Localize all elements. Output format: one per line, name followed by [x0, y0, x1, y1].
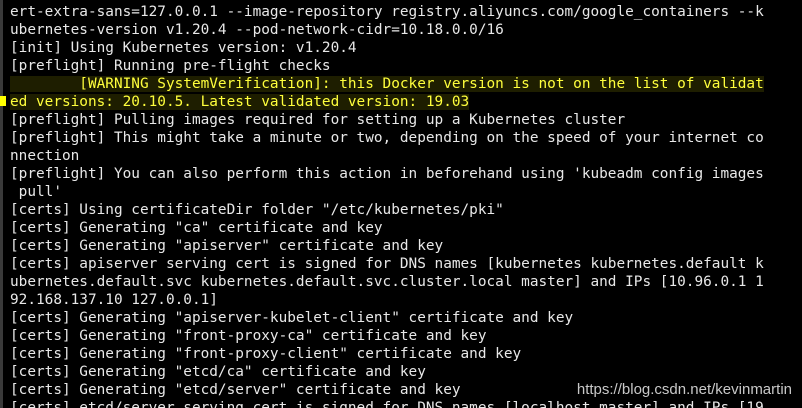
terminal-line: [certs] apiserver serving cert is signed…: [10, 256, 764, 272]
terminal-line: [certs] Generating "front-proxy-client" …: [10, 346, 522, 362]
terminal-line: nnection: [10, 148, 80, 164]
search-highlight-marker: [0, 96, 6, 106]
terminal-line: [certs] Generating "front-proxy-ca" cert…: [10, 328, 487, 344]
terminal-line: [certs] Generating "apiserver" certifica…: [10, 238, 444, 254]
terminal-line: ubernetes.default.svc kubernetes.default…: [10, 274, 764, 290]
scrollbar[interactable]: [0, 0, 3, 408]
terminal-line: [init] Using Kubernetes version: v1.20.4: [10, 40, 357, 56]
terminal-line: 92.168.137.10 127.0.0.1]: [10, 292, 218, 308]
terminal-window[interactable]: ert-extra-sans=127.0.0.1 --image-reposit…: [0, 0, 802, 408]
terminal-output: ert-extra-sans=127.0.0.1 --image-reposit…: [10, 3, 800, 408]
terminal-line: [certs] Generating "apiserver-kubelet-cl…: [10, 310, 574, 326]
terminal-line: [preflight] Pulling images required for …: [10, 112, 626, 128]
terminal-line: ert-extra-sans=127.0.0.1 --image-reposit…: [10, 4, 764, 20]
warning-text: ed versions: 20.10.5. Latest validated v…: [10, 94, 470, 110]
terminal-line: [preflight] Running pre-flight checks: [10, 58, 331, 74]
terminal-line: [preflight] You can also perform this ac…: [10, 166, 764, 182]
terminal-line: [certs] Using certificateDir folder "/et…: [10, 202, 504, 218]
terminal-line: ubernetes-version v1.20.4 --pod-network-…: [10, 22, 504, 38]
terminal-line: [certs] Generating "etcd/ca" certificate…: [10, 364, 426, 380]
terminal-line: [preflight] This might take a minute or …: [10, 130, 764, 146]
warning-line: ed versions: 20.10.5. Latest validated v…: [10, 93, 800, 111]
warning-text: [WARNING SystemVerification]: this Docke…: [10, 76, 764, 92]
terminal-line: [certs] Generating "ca" certificate and …: [10, 220, 383, 236]
terminal-line: pull': [10, 184, 62, 200]
terminal-line: [certs] etcd/server serving cert is sign…: [10, 400, 764, 408]
watermark: https://blog.csdn.net/kevinmartin: [576, 381, 792, 398]
warning-line: [WARNING SystemVerification]: this Docke…: [10, 75, 800, 93]
